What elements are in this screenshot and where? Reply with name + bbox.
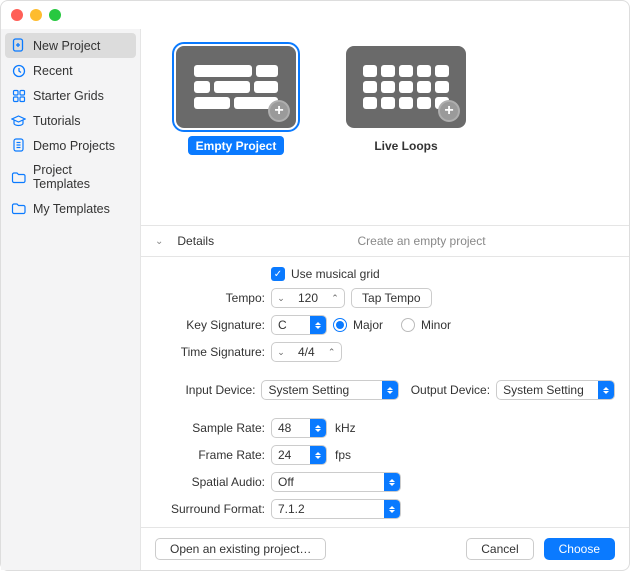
project-chooser-window: New Project Recent Starter Grids Tutoria… xyxy=(0,0,630,571)
chevron-up-icon[interactable]: ⌃ xyxy=(323,347,341,358)
choose-button[interactable]: Choose xyxy=(544,538,615,560)
clock-icon xyxy=(11,63,26,78)
sidebar: New Project Recent Starter Grids Tutoria… xyxy=(1,29,141,570)
template-live-loops[interactable]: Live Loops xyxy=(341,46,471,155)
sidebar-item-label: Tutorials xyxy=(33,114,80,128)
folder-icon xyxy=(11,170,26,185)
updown-icon xyxy=(384,473,400,491)
use-musical-grid-checkbox[interactable] xyxy=(271,267,285,281)
updown-icon xyxy=(382,381,398,399)
spatial-audio-select[interactable]: Off xyxy=(271,472,401,492)
updown-icon xyxy=(310,446,326,464)
updown-icon xyxy=(310,419,326,437)
titlebar xyxy=(1,1,629,29)
footer: Open an existing project… Cancel Choose xyxy=(141,527,629,570)
chevron-up-icon[interactable]: ⌃ xyxy=(326,293,344,304)
live-loops-thumb xyxy=(346,46,466,128)
file-list-icon xyxy=(11,138,26,153)
frame-rate-unit: fps xyxy=(335,448,351,462)
open-existing-button[interactable]: Open an existing project… xyxy=(155,538,326,560)
cancel-button[interactable]: Cancel xyxy=(466,538,533,560)
details-subtitle: Create an empty project xyxy=(228,234,615,248)
updown-icon xyxy=(310,316,326,334)
template-list: Empty Project Live Loops xyxy=(141,40,629,165)
template-empty-project[interactable]: Empty Project xyxy=(171,46,301,155)
sidebar-item-label: Recent xyxy=(33,64,73,78)
traffic-lights xyxy=(11,9,61,21)
template-label: Live Loops xyxy=(374,139,437,153)
input-device-select[interactable]: System Setting xyxy=(261,380,398,400)
chevron-down-icon[interactable]: ⌄ xyxy=(272,347,290,358)
tempo-label: Tempo: xyxy=(155,291,265,305)
tempo-value: 120 xyxy=(290,291,326,305)
sidebar-item-demo-projects[interactable]: Demo Projects xyxy=(1,133,140,158)
sample-rate-label: Sample Rate: xyxy=(155,421,265,435)
chevron-down-icon: ⌄ xyxy=(155,236,163,247)
plus-icon xyxy=(438,100,460,122)
sample-rate-select[interactable]: 48 xyxy=(271,418,327,438)
key-signature-label: Key Signature: xyxy=(155,318,265,332)
output-device-label: Output Device: xyxy=(405,383,490,397)
time-signature-value: 4/4 xyxy=(290,345,323,359)
tap-tempo-button[interactable]: Tap Tempo xyxy=(351,288,431,308)
details-title: Details xyxy=(177,234,214,248)
sidebar-item-label: Demo Projects xyxy=(33,139,115,153)
sidebar-item-starter-grids[interactable]: Starter Grids xyxy=(1,83,140,108)
sidebar-item-project-templates[interactable]: Project Templates xyxy=(1,158,140,196)
grad-cap-icon xyxy=(11,113,26,128)
major-radio[interactable] xyxy=(333,318,347,332)
file-plus-icon xyxy=(11,38,26,53)
minimize-icon[interactable] xyxy=(30,9,42,21)
frame-rate-label: Frame Rate: xyxy=(155,448,265,462)
major-label: Major xyxy=(353,318,383,332)
updown-icon xyxy=(598,381,614,399)
surround-format-label: Surround Format: xyxy=(155,502,265,516)
maximize-icon[interactable] xyxy=(49,9,61,21)
chevron-down-icon[interactable]: ⌄ xyxy=(272,293,290,304)
output-device-select[interactable]: System Setting xyxy=(496,380,615,400)
plus-icon xyxy=(268,100,290,122)
grid-icon xyxy=(11,88,26,103)
input-device-label: Input Device: xyxy=(155,383,255,397)
minor-label: Minor xyxy=(421,318,451,332)
details-header[interactable]: ⌄ Details Create an empty project xyxy=(141,225,629,257)
page-title: Choose a Project xyxy=(141,29,629,40)
surround-format-select[interactable]: 7.1.2 xyxy=(271,499,401,519)
empty-project-thumb xyxy=(176,46,296,128)
minor-radio[interactable] xyxy=(401,318,415,332)
details-form: Use musical grid Tempo: ⌄ 120 ⌃ Tap Temp… xyxy=(141,257,629,527)
sidebar-item-label: My Templates xyxy=(33,202,110,216)
spatial-audio-label: Spatial Audio: xyxy=(155,475,265,489)
close-icon[interactable] xyxy=(11,9,23,21)
time-signature-stepper[interactable]: ⌄ 4/4 ⌃ xyxy=(271,342,342,362)
sidebar-item-recent[interactable]: Recent xyxy=(1,58,140,83)
sample-rate-unit: kHz xyxy=(335,421,356,435)
updown-icon xyxy=(384,500,400,518)
key-signature-select[interactable]: C xyxy=(271,315,327,335)
sidebar-item-label: Starter Grids xyxy=(33,89,104,103)
sidebar-item-label: Project Templates xyxy=(33,163,130,191)
sidebar-item-label: New Project xyxy=(33,39,100,53)
sidebar-item-new-project[interactable]: New Project xyxy=(5,33,136,58)
sidebar-item-my-templates[interactable]: My Templates xyxy=(1,196,140,221)
main-pane: Choose a Project Empty Project xyxy=(141,29,629,570)
frame-rate-select[interactable]: 24 xyxy=(271,445,327,465)
tempo-stepper[interactable]: ⌄ 120 ⌃ xyxy=(271,288,345,308)
time-signature-label: Time Signature: xyxy=(155,345,265,359)
template-label: Empty Project xyxy=(196,139,277,153)
use-musical-grid-label: Use musical grid xyxy=(291,267,380,281)
sidebar-item-tutorials[interactable]: Tutorials xyxy=(1,108,140,133)
folder-icon xyxy=(11,201,26,216)
